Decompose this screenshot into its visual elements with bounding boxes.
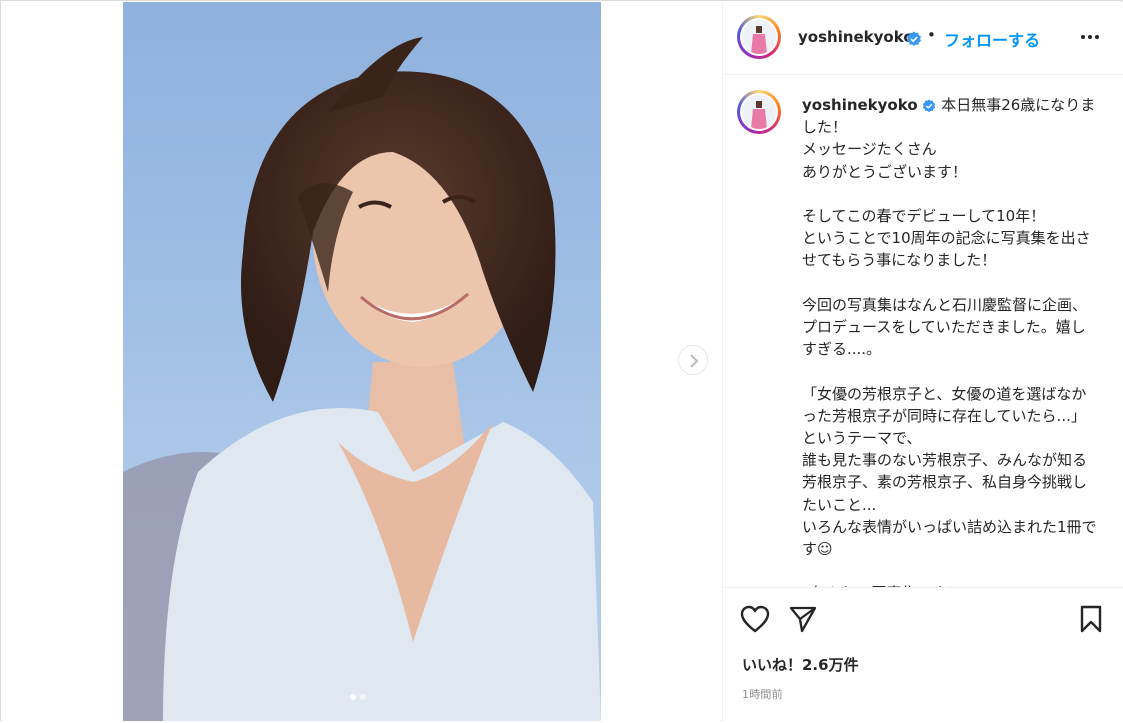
- verified-badge-icon: [907, 31, 921, 46]
- avatar[interactable]: [737, 15, 781, 59]
- verified-badge-icon: [923, 98, 936, 112]
- post-timestamp[interactable]: 1時間前: [742, 686, 783, 702]
- post-dialog: yoshinekyoko • フォローする yoshinekyoko 本日無事2…: [0, 0, 1123, 721]
- follow-button[interactable]: フォローする: [944, 27, 1040, 51]
- heart-icon[interactable]: [740, 605, 770, 633]
- media-area: [2, 2, 721, 721]
- caption-text: 本日無事26歳になりました！ メッセージたくさん ありがとうございます！ そして…: [802, 96, 1097, 587]
- header-separator: •: [927, 26, 936, 44]
- bookmark-icon[interactable]: [1079, 605, 1103, 633]
- likes-count[interactable]: いいね！2.6万件: [742, 654, 859, 675]
- more-options-icon[interactable]: [1078, 30, 1102, 44]
- post-sidebar: yoshinekyoko • フォローする yoshinekyoko 本日無事2…: [722, 2, 1123, 721]
- post-photo[interactable]: [123, 2, 601, 721]
- header-username[interactable]: yoshinekyoko: [798, 28, 914, 46]
- caption-avatar[interactable]: [737, 90, 781, 134]
- post-header: yoshinekyoko • フォローする: [723, 2, 1123, 75]
- share-icon[interactable]: [789, 605, 817, 633]
- caption-username[interactable]: yoshinekyoko: [802, 96, 918, 114]
- next-media-button[interactable]: [678, 345, 708, 375]
- carousel-indicator: [350, 694, 366, 700]
- comments-section[interactable]: yoshinekyoko 本日無事26歳になりました！ メッセージたくさん あり…: [723, 75, 1123, 587]
- carousel-dot-active: [350, 694, 356, 700]
- post-actions: いいね！2.6万件 1時間前: [723, 587, 1123, 723]
- caption: yoshinekyoko 本日無事26歳になりました！ メッセージたくさん あり…: [802, 94, 1098, 587]
- chevron-right-icon: [690, 354, 699, 368]
- carousel-dot: [360, 694, 366, 700]
